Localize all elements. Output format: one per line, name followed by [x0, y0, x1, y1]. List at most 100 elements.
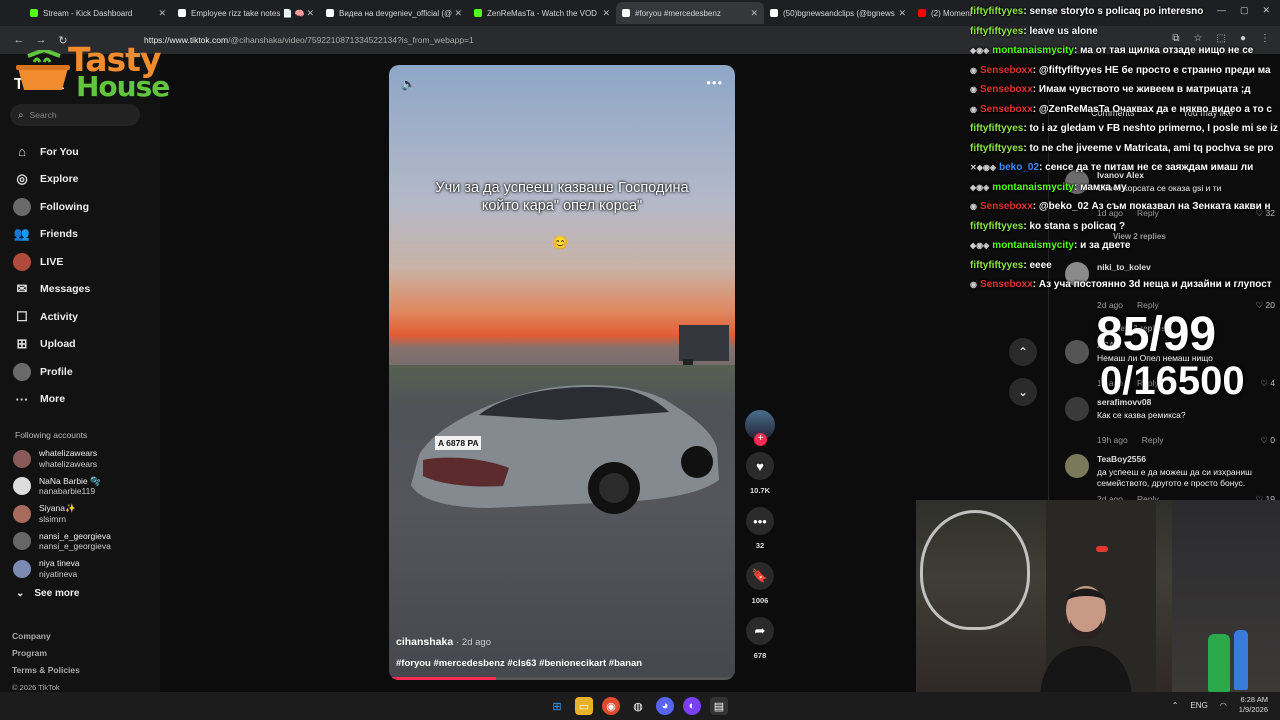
video-author[interactable]: cihanshaka · 2d ago [396, 636, 491, 648]
video-player[interactable]: A 6878 PA 🔈 ••• Учи за да успееш казваше… [389, 65, 735, 680]
chat-text: : сенсе да те питам не се заяждам имаш л… [1039, 162, 1254, 174]
tasty-house-line2: House [76, 70, 170, 103]
sidebar-item-label: Profile [40, 365, 73, 378]
chat-username[interactable]: fiftyfiftyyes [970, 26, 1023, 37]
language-indicator[interactable]: ENG [1190, 701, 1207, 710]
account-names: NaNa Barbie 🫧 nanabarbie119 [39, 476, 101, 497]
wifi-icon[interactable]: ◠ [1220, 701, 1227, 710]
following-account[interactable]: whatelizawears whatelizawears [13, 445, 111, 473]
volume-icon[interactable]: 🔈 [401, 77, 416, 91]
sidebar-item-upload[interactable]: ⊞ Upload [12, 331, 90, 359]
footer-link-program[interactable]: Program [12, 645, 80, 662]
sidebar-item-label: Activity [40, 310, 78, 323]
chat-badges-icon: ◉ [970, 65, 977, 75]
tab-label: (2) Moment [931, 8, 972, 18]
more-options-icon[interactable]: ••• [706, 75, 723, 90]
tab-close-icon[interactable]: ✕ [158, 8, 166, 19]
sidebar-item-friends[interactable]: 👥 Friends [12, 221, 90, 249]
chrome-icon[interactable]: ◉ [602, 697, 620, 715]
twitch-icon[interactable]: ◐ [683, 697, 701, 715]
like-button[interactable]: ♥ 10.7K [744, 452, 776, 495]
comment-button[interactable]: ••• 32 [744, 507, 776, 550]
compass-icon: ◎ [16, 171, 28, 187]
sidebar-item-for-you[interactable]: ⌂ For You [12, 138, 90, 166]
tab-favicon-icon [622, 9, 630, 17]
save-button[interactable]: 🔖 1006 [744, 562, 776, 605]
chat-username[interactable]: Senseboxx [980, 201, 1033, 212]
following-account[interactable]: nansi_e_georgieva nansi_e_georgieva [13, 528, 111, 556]
terminal-icon[interactable]: ▤ [710, 697, 728, 715]
browser-tab[interactable]: Employee rizz take notes 📄 🧠 ✕ [172, 2, 320, 24]
obs-icon[interactable]: ◍ [629, 697, 647, 715]
sidebar-item-activity[interactable]: ☐ Activity [12, 303, 90, 331]
clock[interactable]: 6:28 AM 1/9/2026 [1239, 695, 1268, 715]
chat-username[interactable]: beko_02 [999, 162, 1039, 173]
chat-username[interactable]: fiftyfiftyyes [970, 143, 1023, 154]
following-account[interactable]: Siyana✨ slsimrn [13, 500, 111, 528]
browser-tab[interactable]: Видеа на devgeniev_official (@ ✕ [320, 2, 468, 24]
comment-username[interactable]: TeaBoy2556 [1097, 454, 1146, 464]
browser-tab[interactable]: #foryou #mercedesbenz ✕ [616, 2, 764, 24]
browser-tab[interactable]: (50)bgnewsandclips (@bgnews ✕ [764, 2, 912, 24]
next-video-button[interactable]: ⌄ [1009, 378, 1037, 406]
tab-label: Stream - Kick Dashboard [43, 8, 133, 18]
sidebar-item-profile[interactable]: Profile [12, 358, 90, 386]
reply-button[interactable]: Reply [1142, 435, 1164, 445]
follow-plus-icon[interactable]: + [754, 433, 767, 446]
author-name: cihanshaka [396, 636, 454, 648]
tab-close-icon[interactable]: ✕ [454, 8, 462, 19]
tray-chevron-icon[interactable]: ⌃ [1172, 701, 1179, 710]
chat-message: fiftyfiftyyes: eeee [970, 256, 1280, 276]
sidebar-item-messages[interactable]: ✉ Messages [12, 276, 91, 304]
comment-likes[interactable]: ♡ 0 [1260, 435, 1275, 446]
chat-username[interactable]: fiftyfiftyyes [970, 221, 1023, 232]
following-account[interactable]: niya tineva niyatineva [13, 555, 111, 583]
tab-close-icon[interactable]: ✕ [306, 8, 314, 19]
browser-tab[interactable]: Stream - Kick Dashboard ✕ [24, 2, 172, 24]
search-input[interactable]: ⌕ Search [10, 104, 140, 126]
nav-avatar [13, 252, 31, 271]
url-field[interactable]: https://www.tiktok.com/@cihanshaka/video… [144, 35, 474, 45]
tab-close-icon[interactable]: ✕ [602, 8, 610, 19]
footer-link-company[interactable]: Company [12, 628, 80, 645]
discord-icon[interactable]: ◕ [656, 697, 674, 715]
tab-favicon-icon [770, 9, 778, 17]
chat-username[interactable]: fiftyfiftyyes [970, 6, 1023, 17]
chat-username[interactable]: fiftyfiftyyes [970, 123, 1023, 134]
see-more-button[interactable]: ⌄ See more [16, 588, 89, 599]
file-explorer-icon[interactable]: ▭ [575, 697, 593, 715]
video-hashtags[interactable]: #foryou #mercedesbenz #cls63 #benionecik… [396, 658, 642, 669]
chat-username[interactable]: Senseboxx [980, 279, 1033, 290]
tab-close-icon[interactable]: ✕ [898, 8, 906, 19]
chat-username[interactable]: Senseboxx [980, 104, 1033, 115]
previous-video-button[interactable]: ⌃ [1009, 338, 1037, 366]
browser-tab[interactable]: ZenReMasTa - Watch the VOD ✕ [468, 2, 616, 24]
stream-counter: 85/99 0/16500 [1096, 311, 1245, 404]
sidebar-item-following[interactable]: Following [12, 193, 90, 221]
commenter-avatar[interactable] [1065, 397, 1089, 421]
windows-start-icon[interactable]: ⊞ [548, 697, 566, 715]
chat-username[interactable]: montanaismycity [992, 240, 1074, 251]
sidebar-item-live[interactable]: LIVE [12, 248, 90, 276]
comment-likes[interactable]: ♡ 20 [1256, 300, 1275, 311]
chat-username[interactable]: Senseboxx [980, 65, 1033, 76]
footer-link-terms[interactable]: Terms & Policies [12, 662, 80, 679]
sidebar-item-more[interactable]: ··· More [12, 386, 90, 414]
tab-label: #foryou #mercedesbenz [635, 8, 721, 18]
profile-icon [12, 362, 32, 381]
video-progress-bar[interactable] [389, 677, 735, 680]
sidebar-item-explore[interactable]: ◎ Explore [12, 166, 90, 194]
comment-likes[interactable]: ♡ 4 [1260, 378, 1275, 389]
chat-username[interactable]: Senseboxx [980, 84, 1033, 95]
activity-icon: ☐ [16, 308, 28, 324]
chat-username[interactable]: fiftyfiftyyes [970, 260, 1023, 271]
chat-message: fiftyfiftyyes: to i az gledam v FB nesht… [970, 119, 1280, 139]
share-button[interactable]: ➦ 678 [744, 617, 776, 660]
chat-username[interactable]: montanaismycity [992, 182, 1074, 193]
chat-username[interactable]: montanaismycity [992, 45, 1074, 56]
following-account[interactable]: NaNa Barbie 🫧 nanabarbie119 [13, 473, 111, 501]
tab-close-icon[interactable]: ✕ [750, 8, 758, 19]
commenter-avatar[interactable] [1065, 340, 1089, 364]
commenter-avatar[interactable] [1065, 454, 1089, 478]
author-avatar[interactable]: + [745, 410, 775, 446]
